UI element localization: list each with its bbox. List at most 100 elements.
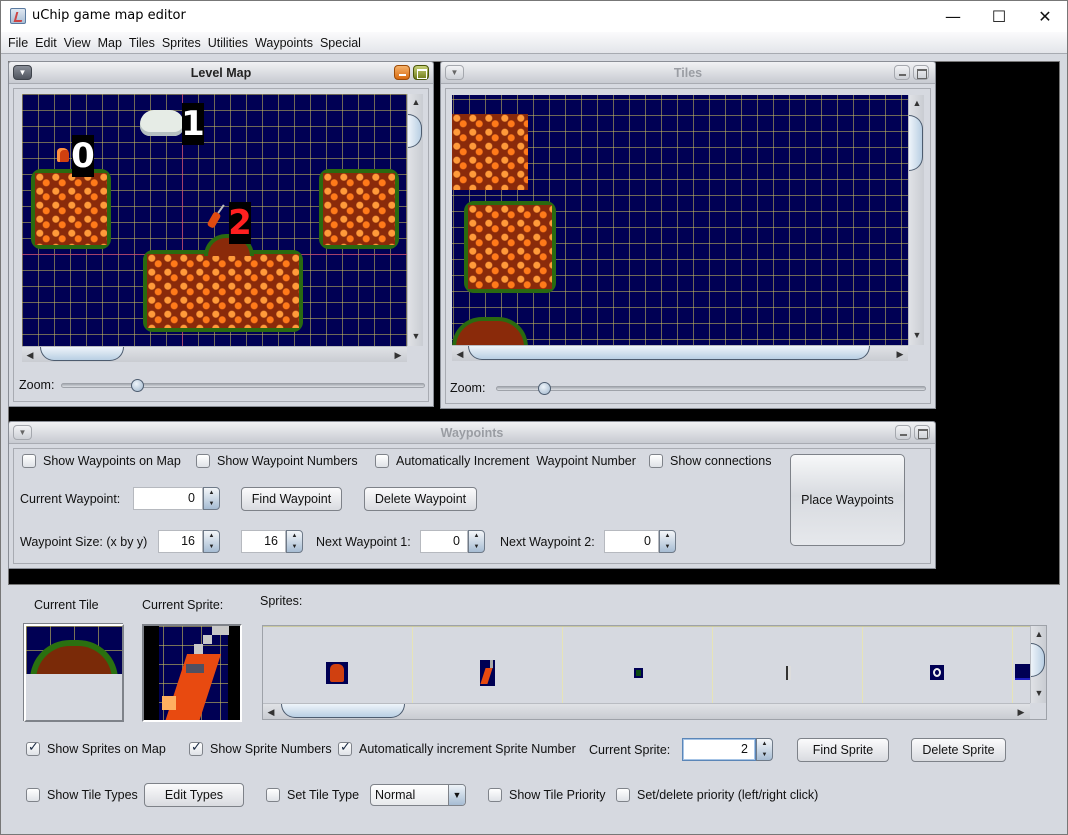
spinner-down-icon[interactable]: ▼ — [474, 544, 480, 550]
tileset-canvas[interactable] — [452, 95, 908, 345]
scroll-thumb[interactable] — [909, 115, 923, 171]
checkbox-box[interactable] — [26, 788, 40, 802]
scroll-right-arrow-icon[interactable]: ▶ — [892, 346, 908, 362]
show-tile-types-checkbox[interactable]: Show Tile Types — [26, 788, 138, 802]
maximize-button[interactable] — [413, 65, 429, 80]
spinner-up-icon[interactable]: ▲ — [209, 490, 215, 496]
level-map-titlebar[interactable]: ▼ Level Map — [9, 62, 433, 84]
spinner-down-icon[interactable]: ▼ — [209, 544, 215, 550]
scroll-thumb[interactable] — [408, 114, 422, 148]
tiles-zoom-slider-track[interactable] — [496, 386, 926, 391]
find-waypoint-button[interactable]: Find Waypoint — [241, 487, 342, 511]
spinner-up-icon[interactable]: ▲ — [762, 741, 768, 747]
iconify-button[interactable] — [394, 65, 410, 80]
checkbox-box[interactable] — [22, 454, 36, 468]
spinner-down-icon[interactable]: ▼ — [292, 544, 298, 550]
scroll-right-arrow-icon[interactable]: ▶ — [390, 347, 406, 363]
spinner-arrows[interactable]: ▲ ▼ — [286, 530, 303, 553]
menu-utilities[interactable]: Utilities — [208, 36, 248, 50]
current-waypoint-field[interactable]: 0 — [133, 487, 203, 510]
checkbox-box[interactable] — [266, 788, 280, 802]
spinner-up-icon[interactable]: ▲ — [665, 533, 671, 539]
tiles-zoom-slider-knob[interactable] — [537, 382, 551, 395]
show-sprites-on-map-checkbox[interactable]: Show Sprites on Map — [26, 740, 166, 756]
scroll-thumb[interactable] — [40, 347, 124, 361]
spinner-up-icon[interactable]: ▲ — [209, 533, 215, 539]
map-zoom-slider-track[interactable] — [61, 383, 425, 388]
maximize-window-button[interactable]: ☐ — [976, 1, 1022, 32]
checkbox-box[interactable] — [375, 454, 389, 468]
close-window-button[interactable]: ✕ — [1022, 1, 1068, 32]
spinner-arrows[interactable]: ▲ ▼ — [659, 530, 676, 553]
sprites-list[interactable]: ▲ ▼ ◀ ▶ — [262, 625, 1047, 720]
show-waypoints-on-map-checkbox[interactable]: Show Waypoints on Map — [22, 454, 181, 468]
sprite-list-item[interactable] — [1013, 627, 1030, 710]
set-tile-type-checkbox[interactable]: Set Tile Type — [266, 788, 359, 802]
sprites-vertical-scrollbar[interactable]: ▲ ▼ — [1030, 626, 1046, 703]
scroll-thumb[interactable] — [281, 704, 405, 718]
sprite-list-item[interactable] — [863, 627, 1013, 710]
checkbox-box[interactable] — [189, 740, 203, 756]
level-map-canvas[interactable]: 0 1 2 — [22, 94, 407, 346]
spinner-arrows[interactable]: ▲ ▼ — [468, 530, 485, 553]
map-vertical-scrollbar[interactable]: ▲ ▼ — [407, 94, 423, 346]
tile-type-dropdown[interactable]: Normal ▼ — [370, 784, 466, 806]
next-waypoint-1-field[interactable]: 0 — [420, 530, 468, 553]
spinner-down-icon[interactable]: ▼ — [762, 752, 768, 758]
scroll-down-arrow-icon[interactable]: ▼ — [909, 327, 925, 343]
show-sprite-numbers-checkbox[interactable]: Show Sprite Numbers — [189, 740, 332, 756]
spinner-down-icon[interactable]: ▼ — [665, 544, 671, 550]
sprite-list-item[interactable] — [713, 627, 863, 710]
scroll-left-arrow-icon[interactable]: ◀ — [263, 704, 279, 720]
scroll-up-arrow-icon[interactable]: ▲ — [408, 94, 424, 110]
spinner-up-icon[interactable]: ▲ — [474, 533, 480, 539]
scroll-thumb[interactable] — [468, 346, 870, 360]
waypoint-size-y-field[interactable]: 16 — [241, 530, 286, 553]
minimize-window-button[interactable]: — — [930, 1, 976, 32]
waypoint-size-y-spinner[interactable]: 16 ▲ ▼ — [241, 530, 303, 553]
delete-sprite-button[interactable]: Delete Sprite — [911, 738, 1006, 762]
spinner-arrows[interactable]: ▲ ▼ — [756, 738, 773, 761]
place-waypoints-button[interactable]: Place Waypoints — [790, 454, 905, 546]
menu-view[interactable]: View — [64, 36, 91, 50]
waypoint-size-x-field[interactable]: 16 — [158, 530, 203, 553]
menu-waypoints[interactable]: Waypoints — [255, 36, 313, 50]
scroll-up-arrow-icon[interactable]: ▲ — [1031, 626, 1047, 642]
checkbox-box[interactable] — [649, 454, 663, 468]
iconify-button[interactable] — [894, 65, 910, 80]
current-waypoint-spinner[interactable]: 0 ▲ ▼ — [133, 487, 220, 510]
menu-sprites[interactable]: Sprites — [162, 36, 201, 50]
maximize-button[interactable] — [914, 425, 930, 440]
show-tile-priority-checkbox[interactable]: Show Tile Priority — [488, 788, 606, 802]
chevron-down-icon[interactable]: ▼ — [448, 785, 465, 805]
scroll-left-arrow-icon[interactable]: ◀ — [22, 347, 38, 363]
scroll-down-arrow-icon[interactable]: ▼ — [1031, 685, 1047, 701]
spinner-down-icon[interactable]: ▼ — [209, 501, 215, 507]
sprite-list-item[interactable] — [413, 627, 563, 710]
edit-types-button[interactable]: Edit Types — [144, 783, 244, 807]
scroll-up-arrow-icon[interactable]: ▲ — [909, 95, 925, 111]
find-sprite-button[interactable]: Find Sprite — [797, 738, 889, 762]
delete-waypoint-button[interactable]: Delete Waypoint — [364, 487, 477, 511]
next-waypoint-2-spinner[interactable]: 0 ▲ ▼ — [604, 530, 676, 553]
map-horizontal-scrollbar[interactable]: ◀ ▶ — [22, 346, 407, 362]
current-sprite-spinner[interactable]: 2 ▲ ▼ — [682, 738, 773, 761]
checkbox-box[interactable] — [488, 788, 502, 802]
sprites-horizontal-scrollbar[interactable]: ◀ ▶ — [263, 703, 1030, 719]
show-waypoint-numbers-checkbox[interactable]: Show Waypoint Numbers — [196, 454, 358, 468]
next-waypoint-2-field[interactable]: 0 — [604, 530, 659, 553]
menu-edit[interactable]: Edit — [35, 36, 57, 50]
current-sprite-field[interactable]: 2 — [682, 738, 756, 761]
tiles-vertical-scrollbar[interactable]: ▲ ▼ — [908, 95, 924, 345]
menu-file[interactable]: File — [8, 36, 28, 50]
waypoint-size-x-spinner[interactable]: 16 ▲ ▼ — [158, 530, 220, 553]
checkbox-box[interactable] — [196, 454, 210, 468]
sprite-list-item[interactable] — [563, 627, 713, 710]
scroll-down-arrow-icon[interactable]: ▼ — [408, 328, 424, 344]
auto-increment-sprite-checkbox[interactable]: Automatically increment Sprite Number — [338, 740, 576, 756]
auto-increment-waypoint-checkbox[interactable]: Automatically Increment Waypoint Number — [375, 454, 636, 468]
menu-map[interactable]: Map — [98, 36, 122, 50]
spinner-arrows[interactable]: ▲ ▼ — [203, 487, 220, 510]
tiles-horizontal-scrollbar[interactable]: ◀ ▶ — [452, 345, 908, 361]
maximize-button[interactable] — [913, 65, 929, 80]
